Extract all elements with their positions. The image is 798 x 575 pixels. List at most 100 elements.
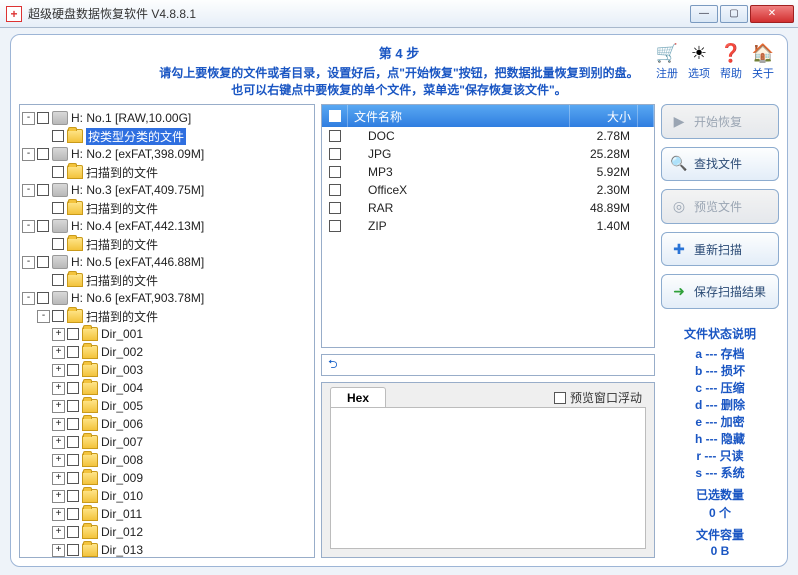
tree-twisty[interactable]: + bbox=[52, 454, 65, 467]
start-recovery-button[interactable]: ▶ 开始恢复 bbox=[661, 104, 779, 139]
tree-twisty[interactable]: - bbox=[22, 256, 35, 269]
tree-row[interactable]: -H: No.1 [RAW,10.00G] bbox=[22, 109, 312, 127]
tree-twisty[interactable]: + bbox=[52, 346, 65, 359]
tree-twisty[interactable]: + bbox=[52, 400, 65, 413]
preview-file-button[interactable]: ◎ 预览文件 bbox=[661, 189, 779, 224]
tree-row[interactable]: +Dir_006 bbox=[22, 415, 312, 433]
file-row[interactable]: ZIP1.40M bbox=[322, 217, 654, 235]
tree-checkbox[interactable] bbox=[67, 346, 79, 358]
tree-row[interactable]: +Dir_011 bbox=[22, 505, 312, 523]
tree-checkbox[interactable] bbox=[52, 202, 64, 214]
tree-twisty[interactable]: + bbox=[52, 328, 65, 341]
tree-twisty[interactable]: + bbox=[52, 472, 65, 485]
tree-row[interactable]: +Dir_003 bbox=[22, 361, 312, 379]
file-row-checkbox[interactable] bbox=[329, 220, 341, 232]
rescan-button[interactable]: ✚ 重新扫描 bbox=[661, 232, 779, 267]
tree-checkbox[interactable] bbox=[37, 112, 49, 124]
file-list-body[interactable]: DOC2.78MJPG25.28MMP35.92MOfficeX2.30MRAR… bbox=[322, 127, 654, 347]
tree-row[interactable]: -扫描到的文件 bbox=[22, 307, 312, 325]
col-name[interactable]: 文件名称 bbox=[348, 105, 570, 127]
tree-row[interactable]: -H: No.3 [exFAT,409.75M] bbox=[22, 181, 312, 199]
tree-row[interactable]: -H: No.5 [exFAT,446.88M] bbox=[22, 253, 312, 271]
tree-row[interactable]: 扫描到的文件 bbox=[22, 235, 312, 253]
tree-checkbox[interactable] bbox=[52, 310, 64, 322]
file-row-checkbox[interactable] bbox=[329, 184, 341, 196]
tree-twisty[interactable]: + bbox=[52, 436, 65, 449]
tree-checkbox[interactable] bbox=[67, 508, 79, 520]
tree-checkbox[interactable] bbox=[67, 400, 79, 412]
file-row[interactable]: RAR48.89M bbox=[322, 199, 654, 217]
float-window-option[interactable]: 预览窗口浮动 bbox=[554, 389, 642, 406]
toolbar-register[interactable]: 🛒注册 bbox=[655, 41, 679, 81]
save-scan-button[interactable]: ➜ 保存扫描结果 bbox=[661, 274, 779, 309]
tree-row[interactable]: +Dir_001 bbox=[22, 325, 312, 343]
tree-checkbox[interactable] bbox=[67, 490, 79, 502]
maximize-button[interactable]: ▢ bbox=[720, 5, 748, 23]
tree-checkbox[interactable] bbox=[67, 436, 79, 448]
tree-row[interactable]: 按类型分类的文件 bbox=[22, 127, 312, 145]
tree-twisty[interactable]: - bbox=[22, 184, 35, 197]
tree-checkbox[interactable] bbox=[52, 166, 64, 178]
tree-row[interactable]: +Dir_002 bbox=[22, 343, 312, 361]
tree-checkbox[interactable] bbox=[37, 148, 49, 160]
drive-tree-pane[interactable]: -H: No.1 [RAW,10.00G]按类型分类的文件-H: No.2 [e… bbox=[19, 104, 315, 558]
tree-row[interactable]: -H: No.6 [exFAT,903.78M] bbox=[22, 289, 312, 307]
tree-row[interactable]: +Dir_004 bbox=[22, 379, 312, 397]
tree-twisty[interactable]: + bbox=[52, 418, 65, 431]
tree-twisty[interactable]: + bbox=[52, 364, 65, 377]
tree-checkbox[interactable] bbox=[67, 454, 79, 466]
tree-twisty[interactable]: - bbox=[22, 220, 35, 233]
tree-twisty[interactable]: + bbox=[52, 544, 65, 557]
tree-twisty[interactable]: + bbox=[52, 508, 65, 521]
tree-twisty[interactable]: - bbox=[22, 112, 35, 125]
tree-checkbox[interactable] bbox=[52, 238, 64, 250]
file-row[interactable]: JPG25.28M bbox=[322, 145, 654, 163]
tree-twisty[interactable]: - bbox=[37, 310, 50, 323]
file-row-checkbox[interactable] bbox=[329, 202, 341, 214]
toolbar-options[interactable]: ☀选项 bbox=[687, 41, 711, 81]
tree-row[interactable]: +Dir_007 bbox=[22, 433, 312, 451]
tree-checkbox[interactable] bbox=[37, 256, 49, 268]
toolbar-about[interactable]: 🏠关于 bbox=[751, 41, 775, 81]
tree-checkbox[interactable] bbox=[67, 328, 79, 340]
tree-twisty[interactable]: - bbox=[22, 292, 35, 305]
tree-row[interactable]: +Dir_013 bbox=[22, 541, 312, 558]
tree-row[interactable]: +Dir_012 bbox=[22, 523, 312, 541]
find-files-button[interactable]: 🔍 查找文件 bbox=[661, 147, 779, 182]
tree-row[interactable]: +Dir_009 bbox=[22, 469, 312, 487]
preview-tab-hex[interactable]: Hex bbox=[330, 387, 386, 409]
tree-row[interactable]: +Dir_008 bbox=[22, 451, 312, 469]
path-back-icon[interactable]: ⮌ bbox=[328, 355, 338, 376]
tree-twisty[interactable]: - bbox=[22, 148, 35, 161]
tree-row[interactable]: 扫描到的文件 bbox=[22, 163, 312, 181]
tree-checkbox[interactable] bbox=[37, 220, 49, 232]
tree-checkbox[interactable] bbox=[67, 472, 79, 484]
file-row-checkbox[interactable] bbox=[329, 166, 341, 178]
file-row-checkbox[interactable] bbox=[329, 148, 341, 160]
tree-twisty[interactable]: + bbox=[52, 382, 65, 395]
tree-checkbox[interactable] bbox=[67, 382, 79, 394]
tree-checkbox[interactable] bbox=[67, 364, 79, 376]
tree-twisty[interactable]: + bbox=[52, 490, 65, 503]
tree-checkbox[interactable] bbox=[67, 544, 79, 556]
tree-row[interactable]: +Dir_005 bbox=[22, 397, 312, 415]
file-row[interactable]: OfficeX2.30M bbox=[322, 181, 654, 199]
tree-checkbox[interactable] bbox=[67, 526, 79, 538]
tree-checkbox[interactable] bbox=[67, 418, 79, 430]
tree-checkbox[interactable] bbox=[52, 130, 64, 142]
select-all-checkbox[interactable] bbox=[329, 110, 341, 122]
tree-row[interactable]: -H: No.4 [exFAT,442.13M] bbox=[22, 217, 312, 235]
minimize-button[interactable]: — bbox=[690, 5, 718, 23]
tree-checkbox[interactable] bbox=[37, 292, 49, 304]
close-button[interactable]: ✕ bbox=[750, 5, 794, 23]
tree-checkbox[interactable] bbox=[37, 184, 49, 196]
tree-row[interactable]: 扫描到的文件 bbox=[22, 199, 312, 217]
file-row-checkbox[interactable] bbox=[329, 130, 341, 142]
col-extra[interactable] bbox=[638, 105, 654, 127]
col-size[interactable]: 大小 bbox=[570, 105, 638, 127]
toolbar-help[interactable]: ❓帮助 bbox=[719, 41, 743, 81]
tree-twisty[interactable]: + bbox=[52, 526, 65, 539]
file-row[interactable]: DOC2.78M bbox=[322, 127, 654, 145]
float-window-checkbox[interactable] bbox=[554, 392, 566, 404]
tree-row[interactable]: +Dir_010 bbox=[22, 487, 312, 505]
